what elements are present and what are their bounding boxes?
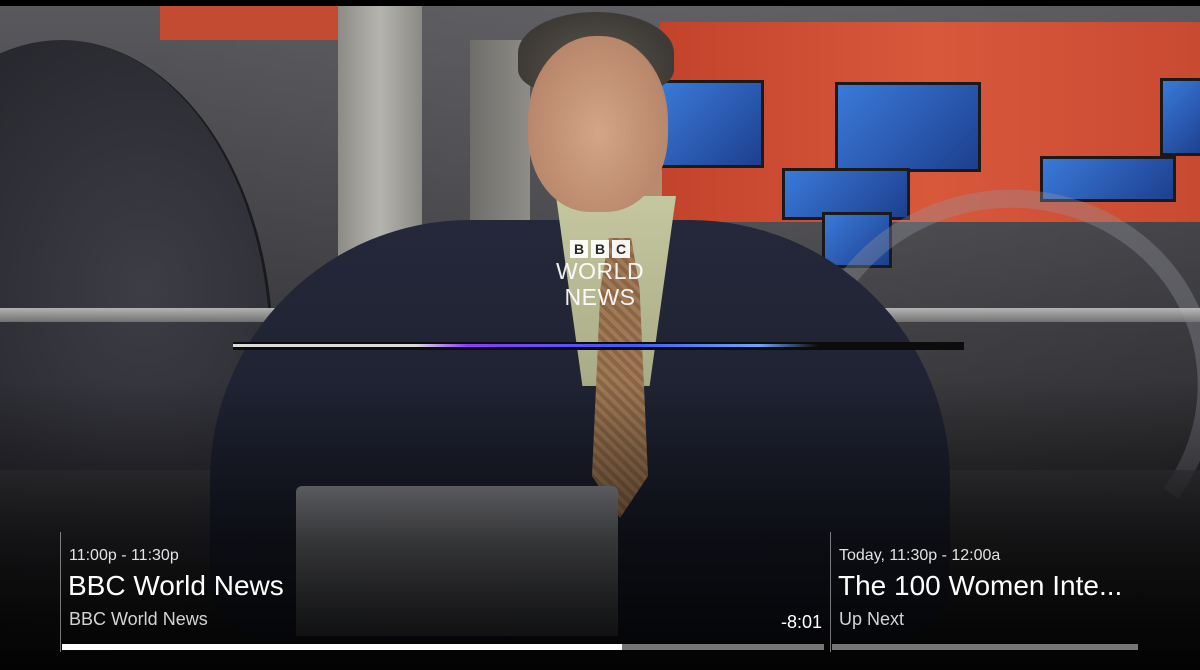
studio-monitor [658,80,764,168]
current-time-range: 11:00p - 11:30p [69,547,179,564]
playback-progress-bar[interactable] [62,644,824,650]
studio-monitor [1160,78,1200,156]
card-divider [60,532,61,652]
next-time-range: Today, 11:30p - 12:00a [839,547,1001,564]
loading-bar-fill [233,344,964,347]
up-next-label: Up Next [839,609,905,629]
remaining-time: -8:01 [780,612,822,632]
next-program-title: The 100 Women Inte... [838,570,1123,601]
current-program-title: BBC World News [68,570,284,601]
tv-player-screen: B B C WORLD NEWS 11:00p - 11:30p BBC Wor… [0,0,1200,670]
bbc-block-letter: B [570,240,588,258]
bbc-block-letter: C [612,240,630,258]
up-next-card[interactable]: Today, 11:30p - 12:00a The 100 Women Int… [830,532,1140,652]
loading-bar [233,342,964,350]
bbc-blocks: B B C [570,240,630,258]
bbc-block-letter: B [591,240,609,258]
current-program-card[interactable]: 11:00p - 11:30p BBC World News BBC World… [60,532,826,652]
anchor-head [528,36,668,212]
logo-line-news: NEWS [564,284,636,310]
playback-progress-fill [62,644,623,650]
studio-ceiling [160,6,340,40]
studio-monitor [835,82,981,172]
logo-line-world: WORLD [555,258,645,284]
current-channel-name: BBC World News [69,609,208,629]
next-progress-bar [832,644,1138,650]
channel-logo: B B C WORLD NEWS [540,240,660,320]
card-divider [830,532,831,652]
